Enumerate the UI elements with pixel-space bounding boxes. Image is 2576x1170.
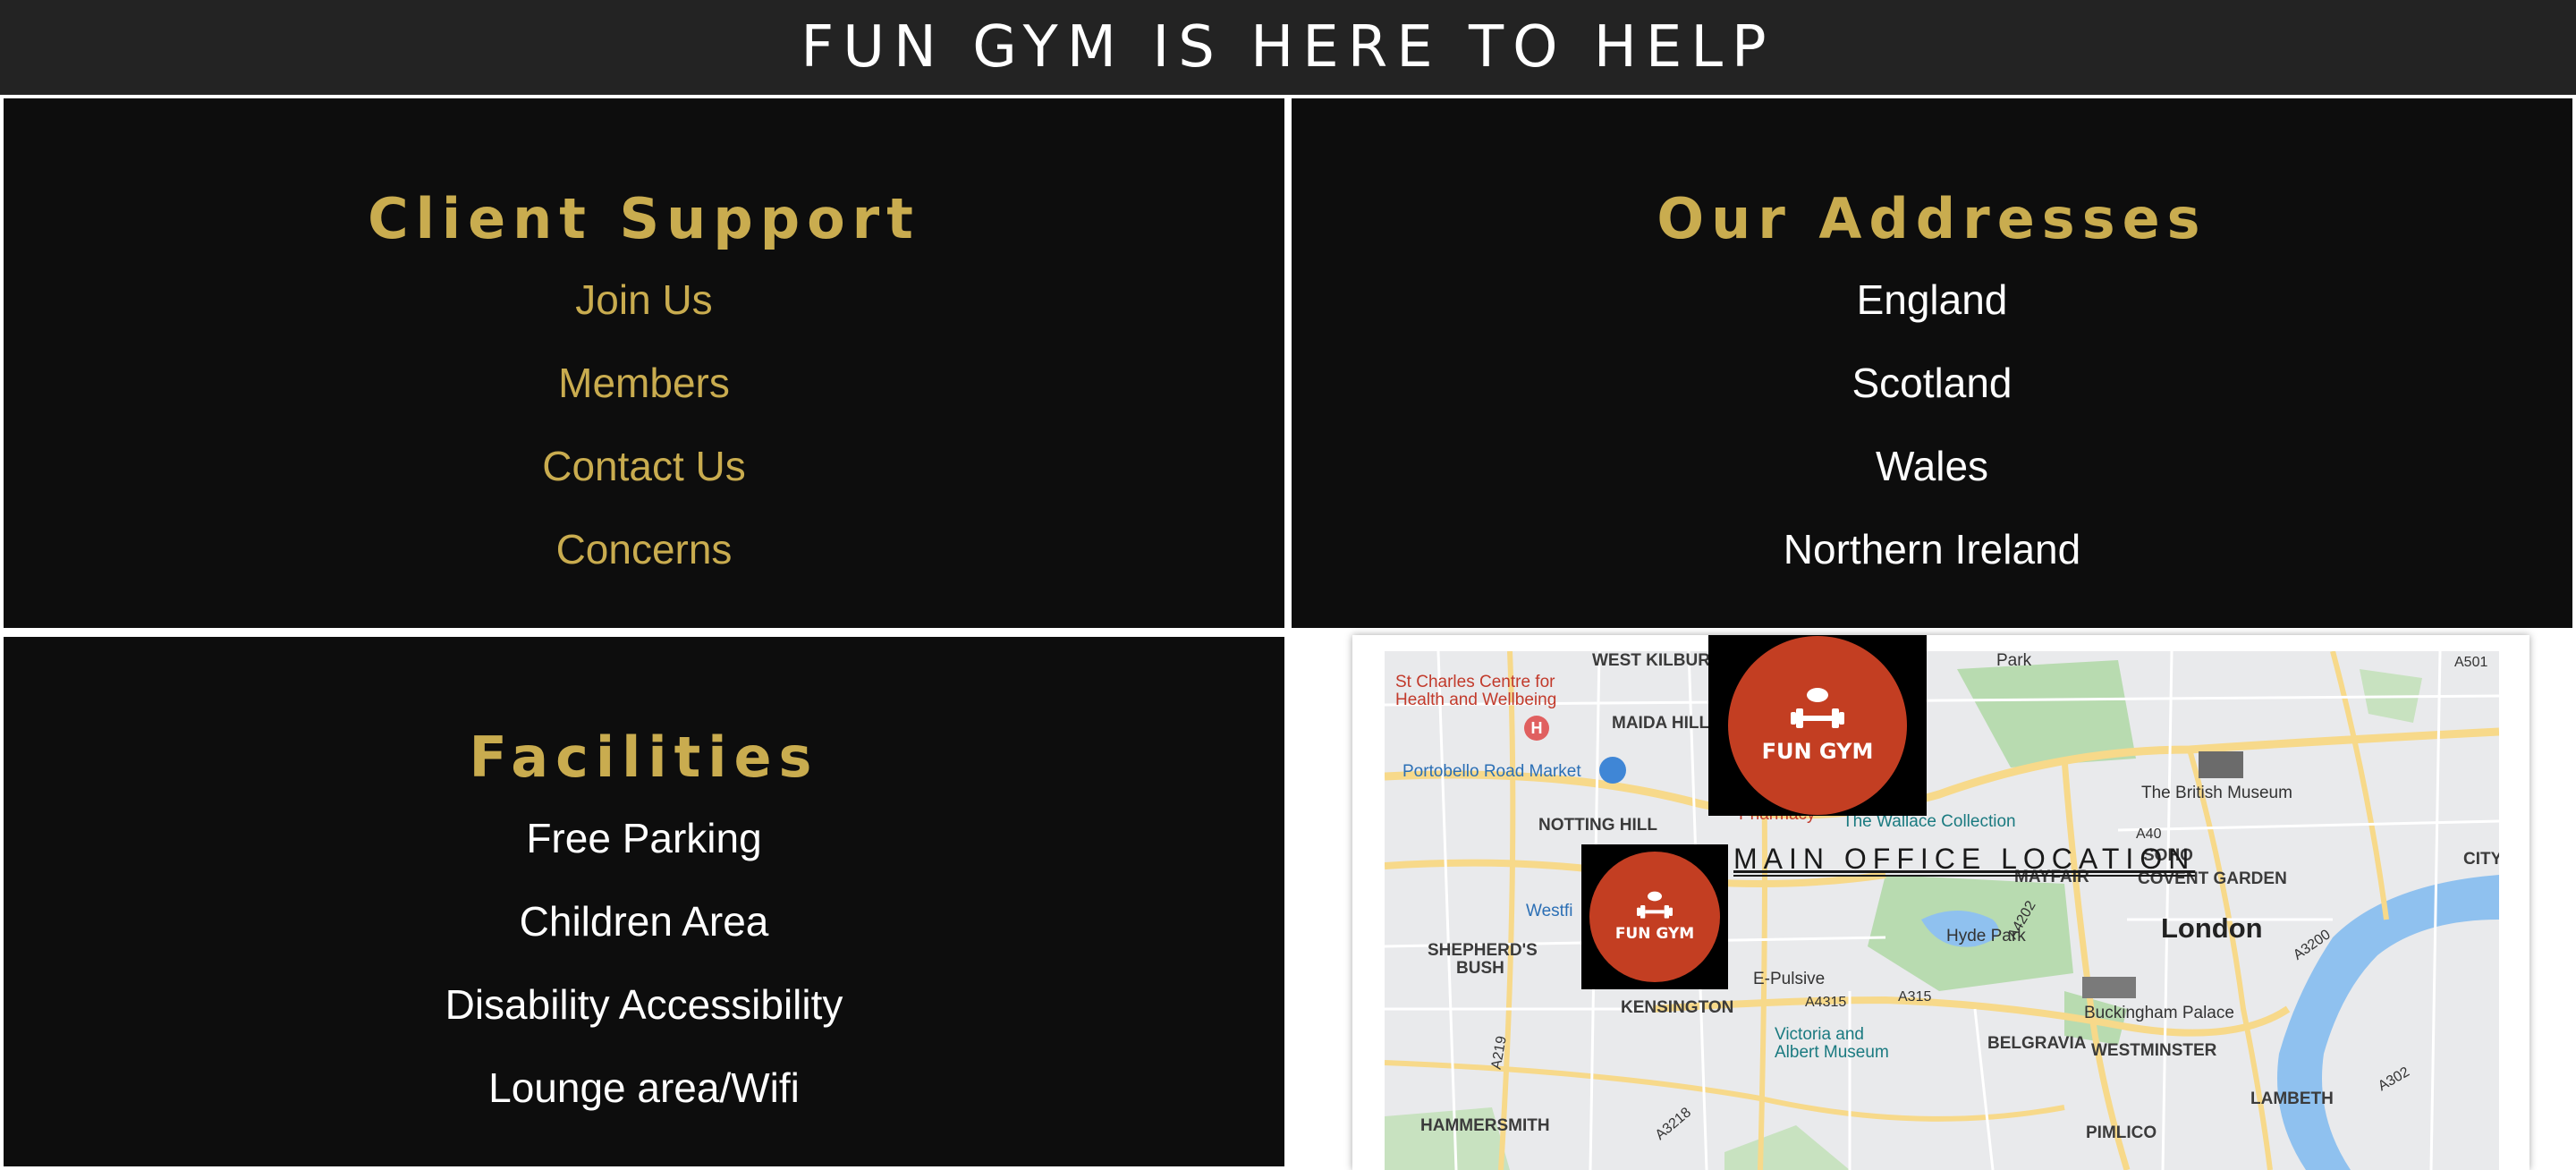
map-label-park: Park bbox=[1996, 651, 2032, 670]
map-label-st-charles: St Charles Centre for bbox=[1395, 673, 1555, 691]
facility-disability-accessibility: Disability Accessibility bbox=[445, 981, 843, 1028]
map-label-westfield: Westfi bbox=[1526, 902, 1573, 920]
map-label-pimlico: PIMLICO bbox=[2086, 1123, 2157, 1142]
page-title: FUN GYM IS HERE TO HELP bbox=[801, 14, 1775, 81]
address-scotland: Scotland bbox=[1852, 360, 2012, 406]
client-support-panel: Client Support Join Us Members Contact U… bbox=[4, 98, 1284, 628]
facilities-heading: Facilities bbox=[469, 725, 819, 790]
map-label-notting-hill: NOTTING HILL bbox=[1538, 816, 1657, 835]
map-label-kensington: KENSINGTON bbox=[1621, 998, 1734, 1017]
logo-text-large: FUN GYM bbox=[1761, 739, 1874, 764]
map-label-west-kilburn: WEST KILBURN bbox=[1592, 651, 1723, 670]
page-header: FUN GYM IS HERE TO HELP bbox=[0, 0, 2576, 95]
fun-gym-logo-large: FUN GYM bbox=[1708, 635, 1927, 816]
map-road-a40: A40 bbox=[2136, 827, 2162, 842]
map-label-portobello: Portobello Road Market bbox=[1402, 762, 1581, 781]
fun-gym-logo-small: FUN GYM bbox=[1581, 844, 1728, 989]
link-concerns[interactable]: Concerns bbox=[4, 508, 1284, 591]
addresses-heading: Our Addresses bbox=[1657, 186, 2207, 251]
facility-lounge-wifi: Lounge area/Wifi bbox=[488, 1064, 800, 1111]
logo-circle-large: FUN GYM bbox=[1728, 636, 1907, 815]
address-england: England bbox=[1856, 276, 2008, 323]
dumbbell-icon bbox=[1791, 688, 1844, 728]
facility-children-area: Children Area bbox=[519, 898, 769, 945]
addresses-list: England Scotland Wales Northern Ireland bbox=[1292, 259, 2572, 591]
map-road-a501: A501 bbox=[2454, 655, 2488, 670]
facility-free-parking: Free Parking bbox=[526, 815, 762, 861]
map-label-hammersmith: HAMMERSMITH bbox=[1420, 1116, 1550, 1135]
logo-circle-small: FUN GYM bbox=[1589, 852, 1720, 982]
map-label-lambeth: LAMBETH bbox=[2250, 1089, 2334, 1108]
addresses-panel: Our Addresses England Scotland Wales Nor… bbox=[1292, 98, 2572, 628]
link-contact-us[interactable]: Contact Us bbox=[4, 425, 1284, 508]
map-label-epulsive: E-Pulsive bbox=[1753, 970, 1826, 988]
map-road-a4315: A4315 bbox=[1805, 995, 1847, 1010]
map-label-victoria-albert: Victoria and bbox=[1775, 1025, 1864, 1044]
map-label-buckingham: Buckingham Palace bbox=[2084, 1004, 2234, 1022]
link-join-us[interactable]: Join Us bbox=[4, 259, 1284, 342]
facilities-panel: Facilities Free Parking Children Area Di… bbox=[4, 637, 1284, 1166]
client-support-heading: Client Support bbox=[368, 186, 920, 251]
map-label-city: CITY bbox=[2463, 850, 2499, 869]
address-northern-ireland: Northern Ireland bbox=[1783, 526, 2081, 572]
hospital-icon: H bbox=[1524, 716, 1549, 741]
map-label-british-museum: The British Museum bbox=[2141, 784, 2292, 802]
map-label-westminster: WESTMINSTER bbox=[2091, 1041, 2217, 1060]
shopping-bag-icon bbox=[1599, 757, 1626, 784]
museum-icon bbox=[2199, 751, 2243, 778]
address-wales: Wales bbox=[1875, 443, 1989, 489]
link-members[interactable]: Members bbox=[4, 342, 1284, 425]
map-label-st-charles-2: Health and Wellbeing bbox=[1395, 691, 1557, 709]
map-label-shepherds-bush: SHEPHERD'S bbox=[1428, 941, 1538, 960]
main-office-location-link[interactable]: MAIN OFFICE LOCATION bbox=[1733, 843, 2196, 877]
logo-text-small: FUN GYM bbox=[1614, 925, 1695, 943]
map-label-maida-hill: MAIDA HILL bbox=[1612, 714, 1710, 733]
map-label-london: London bbox=[2161, 912, 2263, 944]
map-label-victoria-albert-2: Albert Museum bbox=[1775, 1043, 1889, 1062]
client-support-list: Join Us Members Contact Us Concerns bbox=[4, 259, 1284, 591]
dumbbell-icon bbox=[1637, 891, 1673, 919]
landmark-icon bbox=[2082, 977, 2136, 998]
map-road-a315: A315 bbox=[1898, 989, 1932, 1005]
map-label-belgravia: BELGRAVIA bbox=[1987, 1034, 2087, 1053]
map-label-shepherds-bush-2: BUSH bbox=[1456, 959, 1504, 978]
location-map[interactable]: WEST KILBURN St Charles Centre for Healt… bbox=[1385, 651, 2499, 1170]
facilities-list: Free Parking Children Area Disability Ac… bbox=[4, 797, 1284, 1130]
